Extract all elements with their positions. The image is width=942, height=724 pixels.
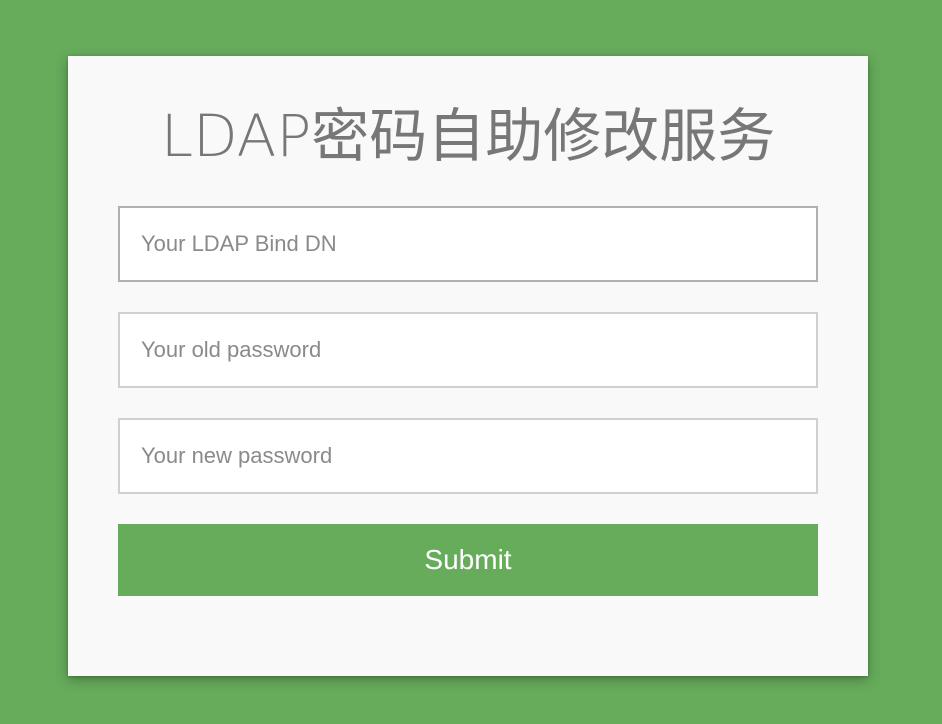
old-password-input[interactable] xyxy=(118,312,818,388)
new-password-input[interactable] xyxy=(118,418,818,494)
bind-dn-input[interactable] xyxy=(118,206,818,282)
submit-button[interactable]: Submit xyxy=(118,524,818,596)
page-title: LDAP密码自助修改服务 xyxy=(160,102,776,170)
password-change-card: LDAP密码自助修改服务 Submit xyxy=(68,56,868,676)
